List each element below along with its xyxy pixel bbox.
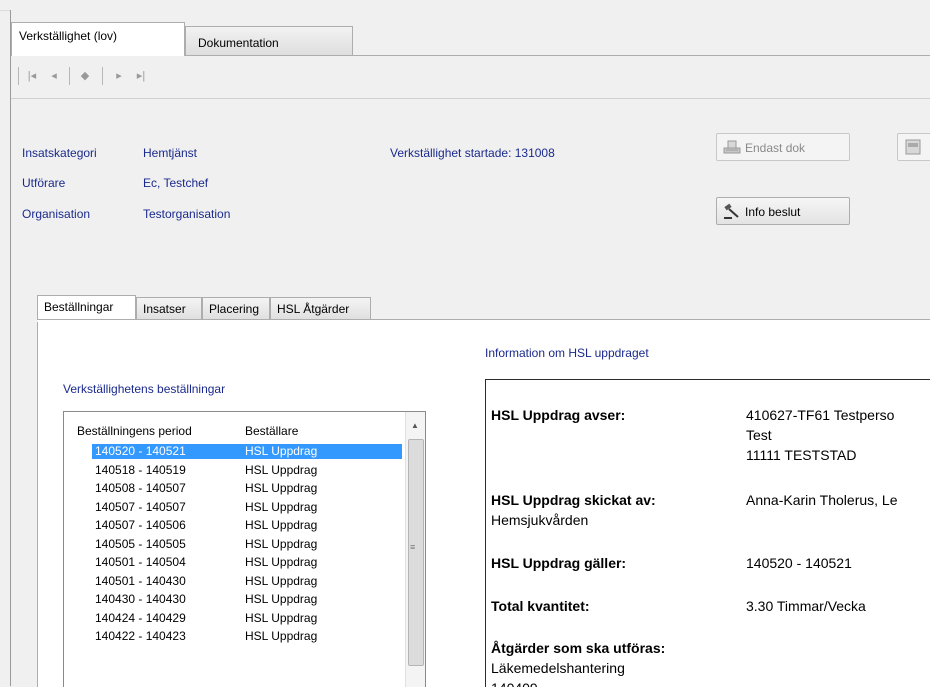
scroll-thumb[interactable]: [408, 439, 424, 666]
avser-label: HSL Uppdrag avser:: [491, 407, 626, 423]
period-cell: 140422 - 140423: [95, 629, 186, 643]
period-cell: 140507 - 140506: [95, 518, 186, 532]
record-navigator: |◂ ◂ ◆ ▸ ▸|: [11, 56, 930, 99]
verkstallighet-started: Verkställighet startade: 131008: [390, 146, 555, 160]
subtab-insatser[interactable]: Insatser: [136, 297, 202, 320]
bestallare-cell: HSL Uppdrag: [245, 499, 318, 514]
vertical-scrollbar[interactable]: ▲ ≡: [405, 412, 425, 687]
table-row[interactable]: 140505 - 140505 HSL Uppdrag: [64, 537, 404, 552]
extra-disabled-button[interactable]: [897, 133, 930, 161]
avser-line1: 410627-TF61 Testperso: [746, 407, 895, 423]
galler-label: HSL Uppdrag gäller:: [491, 555, 627, 571]
subtab-hsl-atgarder[interactable]: HSL Åtgärder: [270, 297, 371, 320]
bestallare-cell: HSL Uppdrag: [245, 629, 318, 643]
table-row[interactable]: 140508 - 140507 HSL Uppdrag: [64, 481, 404, 496]
insatskategori-value: Hemtjänst: [143, 146, 198, 160]
table-row[interactable]: 140501 - 140504 HSL Uppdrag: [64, 555, 404, 570]
utforare-value: Ec, Testchef: [143, 176, 209, 190]
bestallare-cell: HSL Uppdrag: [245, 518, 318, 532]
table-row[interactable]: 140422 - 140423 HSL Uppdrag: [64, 629, 404, 644]
bestallare-cell: HSL Uppdrag: [245, 462, 318, 477]
organisation-value: Testorganisation: [143, 207, 231, 221]
separator: [102, 67, 103, 85]
atgarder-line1: Läkemedelshantering: [491, 660, 625, 676]
separator: [18, 67, 19, 85]
tab-verkstallighet[interactable]: Verkställighet (lov): [11, 22, 185, 56]
avser-line2: Test: [746, 427, 772, 443]
bestallare-cell: HSL Uppdrag: [245, 536, 318, 551]
document-stamp-icon: [723, 140, 741, 154]
skickat-value: Anna-Karin Tholerus, Le: [746, 492, 898, 508]
period-cell: 140501 - 140430: [95, 573, 186, 588]
info-beslut-button[interactable]: Info beslut: [716, 197, 850, 225]
bestallare-cell: HSL Uppdrag: [245, 592, 318, 606]
current-icon[interactable]: ◆: [77, 69, 93, 82]
avser-line3: 11111 TESTSTAD: [746, 447, 857, 463]
column-period[interactable]: Beställningens period: [77, 424, 192, 438]
endast-dok-label: Endast dok: [745, 141, 806, 155]
period-cell: 140505 - 140505: [95, 536, 186, 551]
first-icon[interactable]: |◂: [24, 69, 40, 82]
galler-value: 140520 - 140521: [746, 555, 852, 571]
report-icon: [905, 139, 921, 155]
subtab-placering[interactable]: Placering: [202, 297, 270, 320]
last-icon[interactable]: ▸|: [133, 69, 149, 82]
table-row[interactable]: 140518 - 140519 HSL Uppdrag: [64, 463, 404, 478]
column-bestallare[interactable]: Beställare: [245, 424, 298, 438]
orders-list[interactable]: Beställningens period Beställare 140520 …: [63, 411, 426, 687]
bestallare-cell: HSL Uppdrag: [245, 444, 318, 458]
table-row[interactable]: 140507 - 140506 HSL Uppdrag: [64, 518, 404, 533]
info-document: HSL Uppdrag avser: 410627-TF61 Testperso…: [485, 379, 930, 687]
table-row[interactable]: 140520 - 140521 HSL Uppdrag: [92, 444, 402, 459]
next-icon[interactable]: ▸: [111, 69, 127, 82]
period-cell: 140430 - 140430: [95, 592, 186, 606]
scroll-up-icon[interactable]: ▲: [411, 421, 419, 430]
organisation-label: Organisation: [22, 207, 91, 221]
info-beslut-label: Info beslut: [745, 205, 801, 219]
subtab-bestallningar[interactable]: Beställningar: [37, 295, 136, 321]
utforare-label: Utförare: [22, 176, 66, 190]
period-cell: 140520 - 140521: [95, 444, 186, 458]
endast-dok-button[interactable]: Endast dok: [716, 133, 850, 161]
bestallare-cell: HSL Uppdrag: [245, 481, 318, 495]
grip-icon: ≡: [410, 542, 416, 552]
table-row[interactable]: 140501 - 140430 HSL Uppdrag: [64, 574, 404, 589]
table-row[interactable]: 140424 - 140429 HSL Uppdrag: [64, 611, 404, 626]
atgarder-label: Åtgärder som ska utföras:: [491, 640, 666, 656]
period-cell: 140508 - 140507: [95, 481, 186, 495]
info-title: Information om HSL uppdraget: [485, 346, 649, 360]
period-cell: 140507 - 140507: [95, 499, 186, 514]
table-row[interactable]: 140430 - 140430 HSL Uppdrag: [64, 592, 404, 607]
tab-join: [37, 320, 135, 322]
table-row[interactable]: 140507 - 140507 HSL Uppdrag: [64, 500, 404, 515]
bestallare-cell: HSL Uppdrag: [245, 573, 318, 588]
orders-header: Beställningens period Beställare: [64, 412, 404, 444]
separator: [69, 67, 70, 85]
previous-icon[interactable]: ◂: [46, 69, 62, 82]
period-cell: 140501 - 140504: [95, 555, 186, 569]
skickat-label: HSL Uppdrag skickat av:: [491, 492, 656, 508]
kvantitet-value: 3.30 Timmar/Vecka: [746, 598, 866, 614]
main-tab-bar: Verkställighet (lov) Dokumentation: [11, 22, 930, 56]
period-cell: 140424 - 140429: [95, 610, 186, 625]
gavel-icon: [724, 203, 739, 219]
bestallare-cell: HSL Uppdrag: [245, 555, 318, 569]
orders-title: Verkställighetens beställningar: [63, 382, 226, 396]
bestallare-cell: HSL Uppdrag: [245, 610, 318, 625]
period-cell: 140518 - 140519: [95, 462, 186, 477]
insatskategori-label: Insatskategori: [22, 146, 97, 160]
skickat-line2: Hemsjukvården: [491, 512, 589, 528]
kvantitet-label: Total kvantitet:: [491, 598, 590, 614]
tab-dokumentation[interactable]: Dokumentation: [185, 26, 353, 56]
